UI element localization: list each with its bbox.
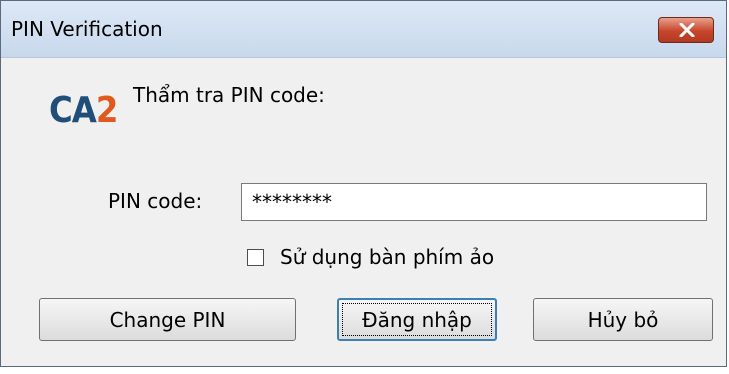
window-title: PIN Verification: [11, 17, 163, 41]
pin-code-input[interactable]: [241, 183, 707, 221]
cancel-button[interactable]: Hủy bỏ: [533, 298, 713, 341]
virtual-keyboard-checkbox[interactable]: [247, 248, 264, 266]
ca2-logo: CA2: [49, 90, 119, 131]
logo-ca: CA: [49, 90, 97, 131]
title-bar[interactable]: PIN Verification: [1, 1, 726, 58]
virtual-keyboard-option[interactable]: Sử dụng bàn phím ảo: [247, 245, 494, 269]
close-button[interactable]: [658, 17, 714, 43]
close-icon: [679, 23, 695, 37]
change-pin-button[interactable]: Change PIN: [39, 298, 296, 341]
logo-number: 2: [95, 90, 119, 131]
pin-code-label: PIN code:: [108, 189, 203, 213]
change-pin-label: Change PIN: [109, 307, 226, 332]
cancel-label: Hủy bỏ: [587, 307, 659, 332]
pin-verification-dialog: PIN Verification CA2 Thẩm tra PIN code: …: [0, 0, 727, 367]
login-button[interactable]: Đăng nhập: [337, 298, 497, 341]
verify-prompt: Thẩm tra PIN code:: [133, 83, 325, 107]
login-label: Đăng nhập: [362, 307, 472, 332]
virtual-keyboard-label[interactable]: Sử dụng bàn phím ảo: [280, 245, 494, 269]
dialog-body: CA2 Thẩm tra PIN code: PIN code: Sử dụng…: [1, 58, 726, 366]
